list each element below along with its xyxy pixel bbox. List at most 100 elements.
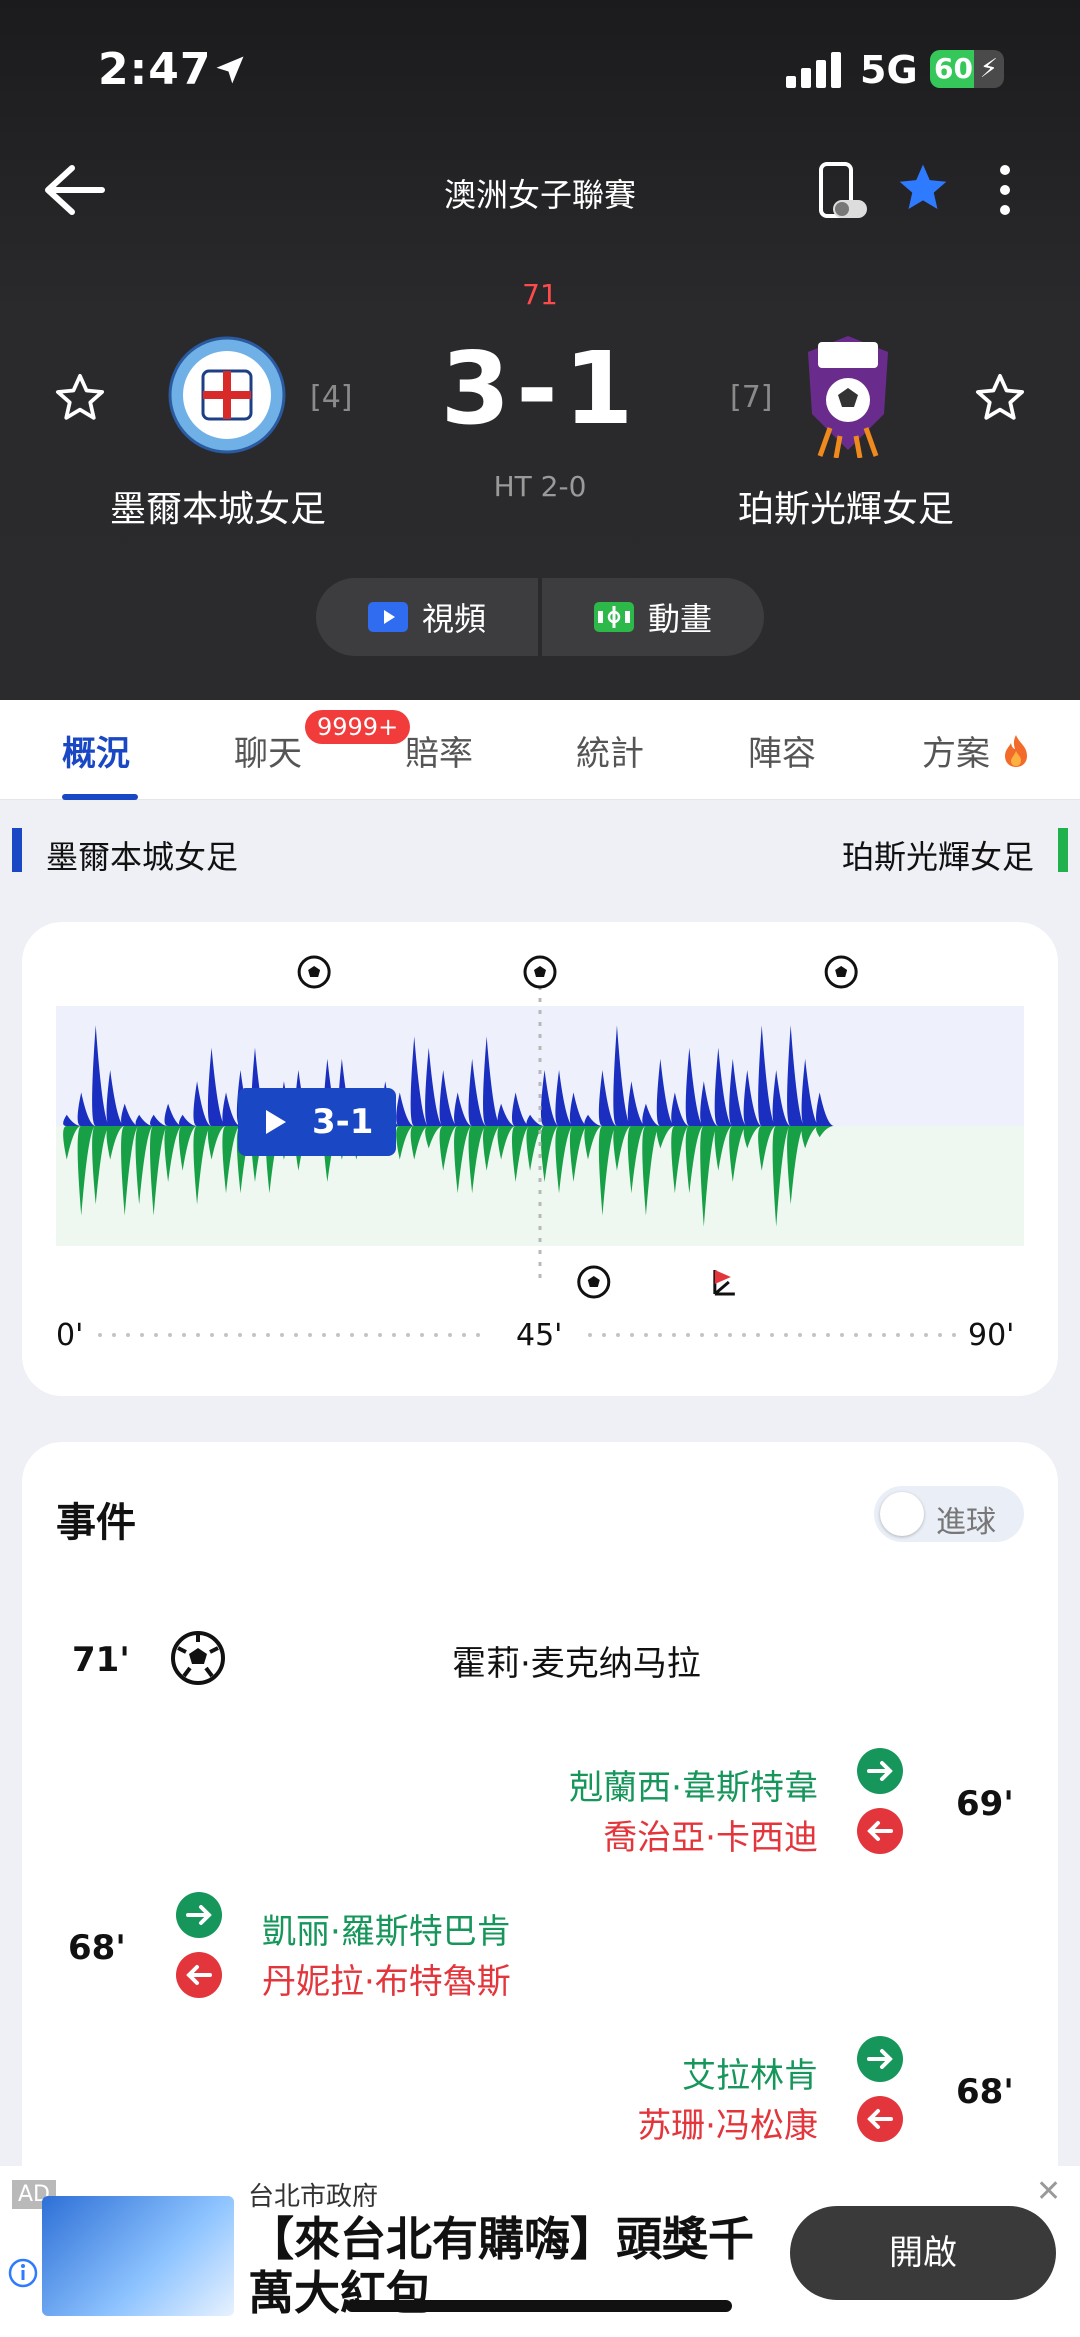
axis-dot — [322, 1333, 326, 1337]
event-minute: 71' — [72, 1640, 130, 1680]
toggle-label: 進球 — [936, 1505, 996, 1540]
goal-score: 3-1 — [312, 1102, 374, 1142]
sub-player-out: 丹妮拉·布特魯斯 — [262, 1962, 511, 2002]
axis-dot — [826, 1333, 830, 1337]
favorite-star-icon[interactable] — [895, 160, 951, 216]
axis-dot — [672, 1333, 676, 1337]
axis-dot — [868, 1333, 872, 1337]
legend-home-team: 墨爾本城女足 — [46, 838, 239, 876]
axis-dot — [784, 1333, 788, 1337]
ad-source: 台北市政府 — [248, 2182, 379, 2212]
axis-dot — [364, 1333, 368, 1337]
axis-dot — [238, 1333, 242, 1337]
axis-dot — [770, 1333, 774, 1337]
tab-bar: 概況 聊天 賠率 統計 陣容 方案 — [0, 700, 1080, 800]
momentum-card: 0' 45' 90' — [22, 922, 1058, 1396]
play-icon — [266, 1110, 286, 1134]
ad-close-icon[interactable]: ✕ — [1036, 2174, 1061, 2209]
axis-dot — [896, 1333, 900, 1337]
fire-icon — [1004, 735, 1027, 767]
axis-dot — [448, 1333, 452, 1337]
signal-icon — [786, 52, 841, 88]
axis-dot — [476, 1333, 480, 1337]
axis-dot — [154, 1333, 158, 1337]
event-minute: 68' — [956, 2072, 1014, 2112]
axis-dot — [378, 1333, 382, 1337]
tab-plans[interactable]: 方案 — [922, 726, 1031, 775]
axis-dot — [924, 1333, 928, 1337]
legend-away-team: 珀斯光輝女足 — [841, 838, 1034, 876]
axis-dot — [938, 1333, 942, 1337]
away-goal-marker — [577, 1265, 611, 1299]
sub-player-out: 苏珊·冯松康 — [637, 2106, 818, 2146]
team-legend: 墨爾本城女足 珀斯光輝女足 — [0, 800, 1080, 900]
ad-open-button[interactable]: 開啟 — [790, 2206, 1056, 2300]
axis-label-end: 90' — [968, 1318, 1015, 1353]
tab-lineup[interactable]: 陣容 — [748, 726, 816, 775]
axis-dot — [392, 1333, 396, 1337]
video-label: 視頻 — [421, 600, 486, 638]
goals-only-toggle[interactable]: 進球 — [874, 1486, 1024, 1542]
event-minute: 68' — [68, 1928, 126, 1968]
tab-plans-label: 方案 — [922, 734, 990, 774]
battery-icon: 60 ⚡ — [930, 50, 1004, 88]
corner-flag-marker — [713, 1270, 735, 1296]
axis-dot — [854, 1333, 858, 1337]
axis-dot — [406, 1333, 410, 1337]
axis-dot — [140, 1333, 144, 1337]
axis-dot — [952, 1333, 956, 1337]
axis-dot — [798, 1333, 802, 1337]
goal-replay-button[interactable]: 3-1 — [238, 1088, 396, 1156]
axis-dot — [168, 1333, 172, 1337]
axis-dot — [742, 1333, 746, 1337]
axis-dot — [756, 1333, 760, 1337]
axis-dot — [602, 1333, 606, 1337]
axis-dot — [434, 1333, 438, 1337]
media-switch: 視頻 動畫 — [316, 578, 764, 656]
location-arrow-icon — [216, 56, 244, 84]
axis-dot — [336, 1333, 340, 1337]
axis-dot — [308, 1333, 312, 1337]
sub-player-in: 剋蘭西·韋斯特韋 — [569, 1768, 818, 1808]
more-options-icon[interactable] — [990, 160, 1020, 220]
status-time: 2:47 — [98, 44, 212, 95]
home-goal-marker — [297, 955, 331, 989]
match-header: 2:47 5G 60 ⚡ 澳洲女子聯賽 [4] [7] 71 3-1 HT 2-… — [0, 0, 1080, 700]
event-minute: 69' — [956, 1784, 1014, 1824]
axis-label-start: 0' — [56, 1318, 84, 1353]
away-team-name[interactable]: 珀斯光輝女足 — [738, 480, 954, 532]
battery-level: 60 — [934, 52, 973, 85]
play-video-icon — [367, 602, 408, 632]
axis-dot — [630, 1333, 634, 1337]
home-team-name[interactable]: 墨爾本城女足 — [110, 480, 326, 532]
axis-dot — [700, 1333, 704, 1337]
axis-label-half: 45' — [516, 1318, 563, 1353]
axis-dot — [350, 1333, 354, 1337]
tab-chat[interactable]: 聊天 — [234, 726, 302, 775]
network-type: 5G — [860, 48, 918, 92]
axis-dot — [112, 1333, 116, 1337]
axis-dot — [126, 1333, 130, 1337]
tab-odds[interactable]: 賠率 — [405, 726, 473, 775]
ad-info-icon[interactable] — [8, 2258, 38, 2288]
axis-dot — [196, 1333, 200, 1337]
axis-dot — [644, 1333, 648, 1337]
sub-player-in: 凱丽·羅斯特巴肯 — [262, 1912, 511, 1952]
events-title: 事件 — [56, 1500, 136, 1546]
sub-in-icon — [857, 2036, 903, 2082]
home-color-marker — [12, 828, 22, 872]
axis-dot — [224, 1333, 228, 1337]
animation-button[interactable]: 動畫 — [542, 578, 764, 656]
axis-dot — [98, 1333, 102, 1337]
phone-toggle-icon[interactable] — [815, 160, 871, 222]
axis-dot — [686, 1333, 690, 1337]
home-goal-marker — [523, 955, 557, 989]
tab-overview[interactable]: 概況 — [62, 726, 130, 775]
goal-scorer: 霍莉·麦克纳马拉 — [452, 1644, 701, 1684]
match-minute: 71 — [522, 278, 558, 311]
tab-stats[interactable]: 統計 — [576, 726, 644, 775]
ad-image — [42, 2196, 234, 2316]
axis-dot — [840, 1333, 844, 1337]
video-button[interactable]: 視頻 — [316, 578, 538, 656]
animation-label: 動畫 — [647, 600, 712, 638]
